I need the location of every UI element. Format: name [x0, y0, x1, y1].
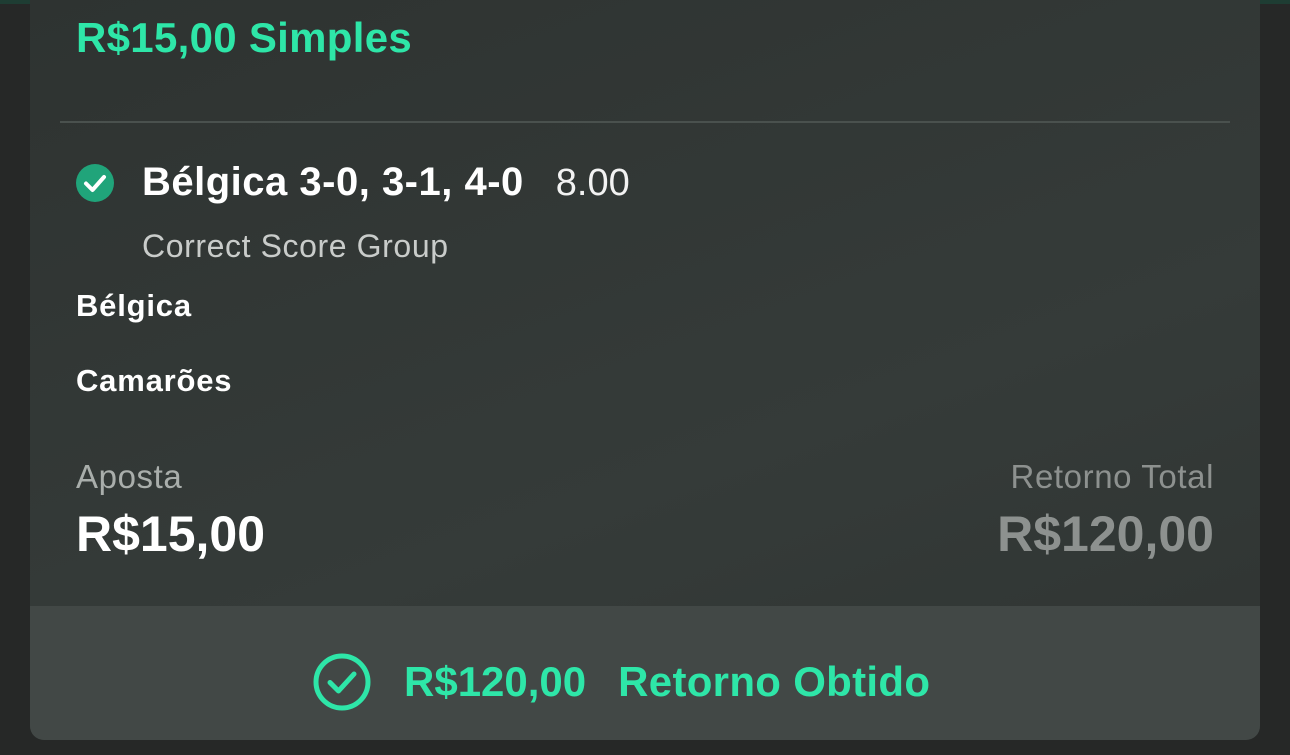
returned-amount: R$120,00 [404, 658, 587, 705]
selection-odds: 8.00 [555, 162, 630, 204]
returned-label: Retorno Obtido [618, 658, 931, 705]
check-circle-outline-icon [313, 653, 371, 711]
bet-header: R$15,00 Simples [76, 14, 413, 61]
bet-card: R$15,00 Simples Bélgica 3-0, 3-1, 4-0 8.… [30, 0, 1260, 740]
team-away: Camarões [76, 363, 233, 398]
returned-footer: R$120,00 Retorno Obtido [30, 606, 1260, 740]
team-home: Bélgica [76, 288, 192, 323]
stake-label: Aposta [76, 458, 183, 495]
market-name: Correct Score Group [142, 228, 449, 264]
total-return-label: Retorno Total [1010, 458, 1214, 495]
check-circle-filled-icon [76, 164, 114, 202]
total-return-value: R$120,00 [997, 506, 1214, 562]
divider [60, 121, 1230, 123]
selection-row: Bélgica 3-0, 3-1, 4-0 8.00 [142, 160, 630, 205]
returned-summary: R$120,00 Retorno Obtido [312, 652, 930, 712]
selection-name: Bélgica 3-0, 3-1, 4-0 [142, 160, 524, 204]
stake-value: R$15,00 [76, 506, 266, 562]
